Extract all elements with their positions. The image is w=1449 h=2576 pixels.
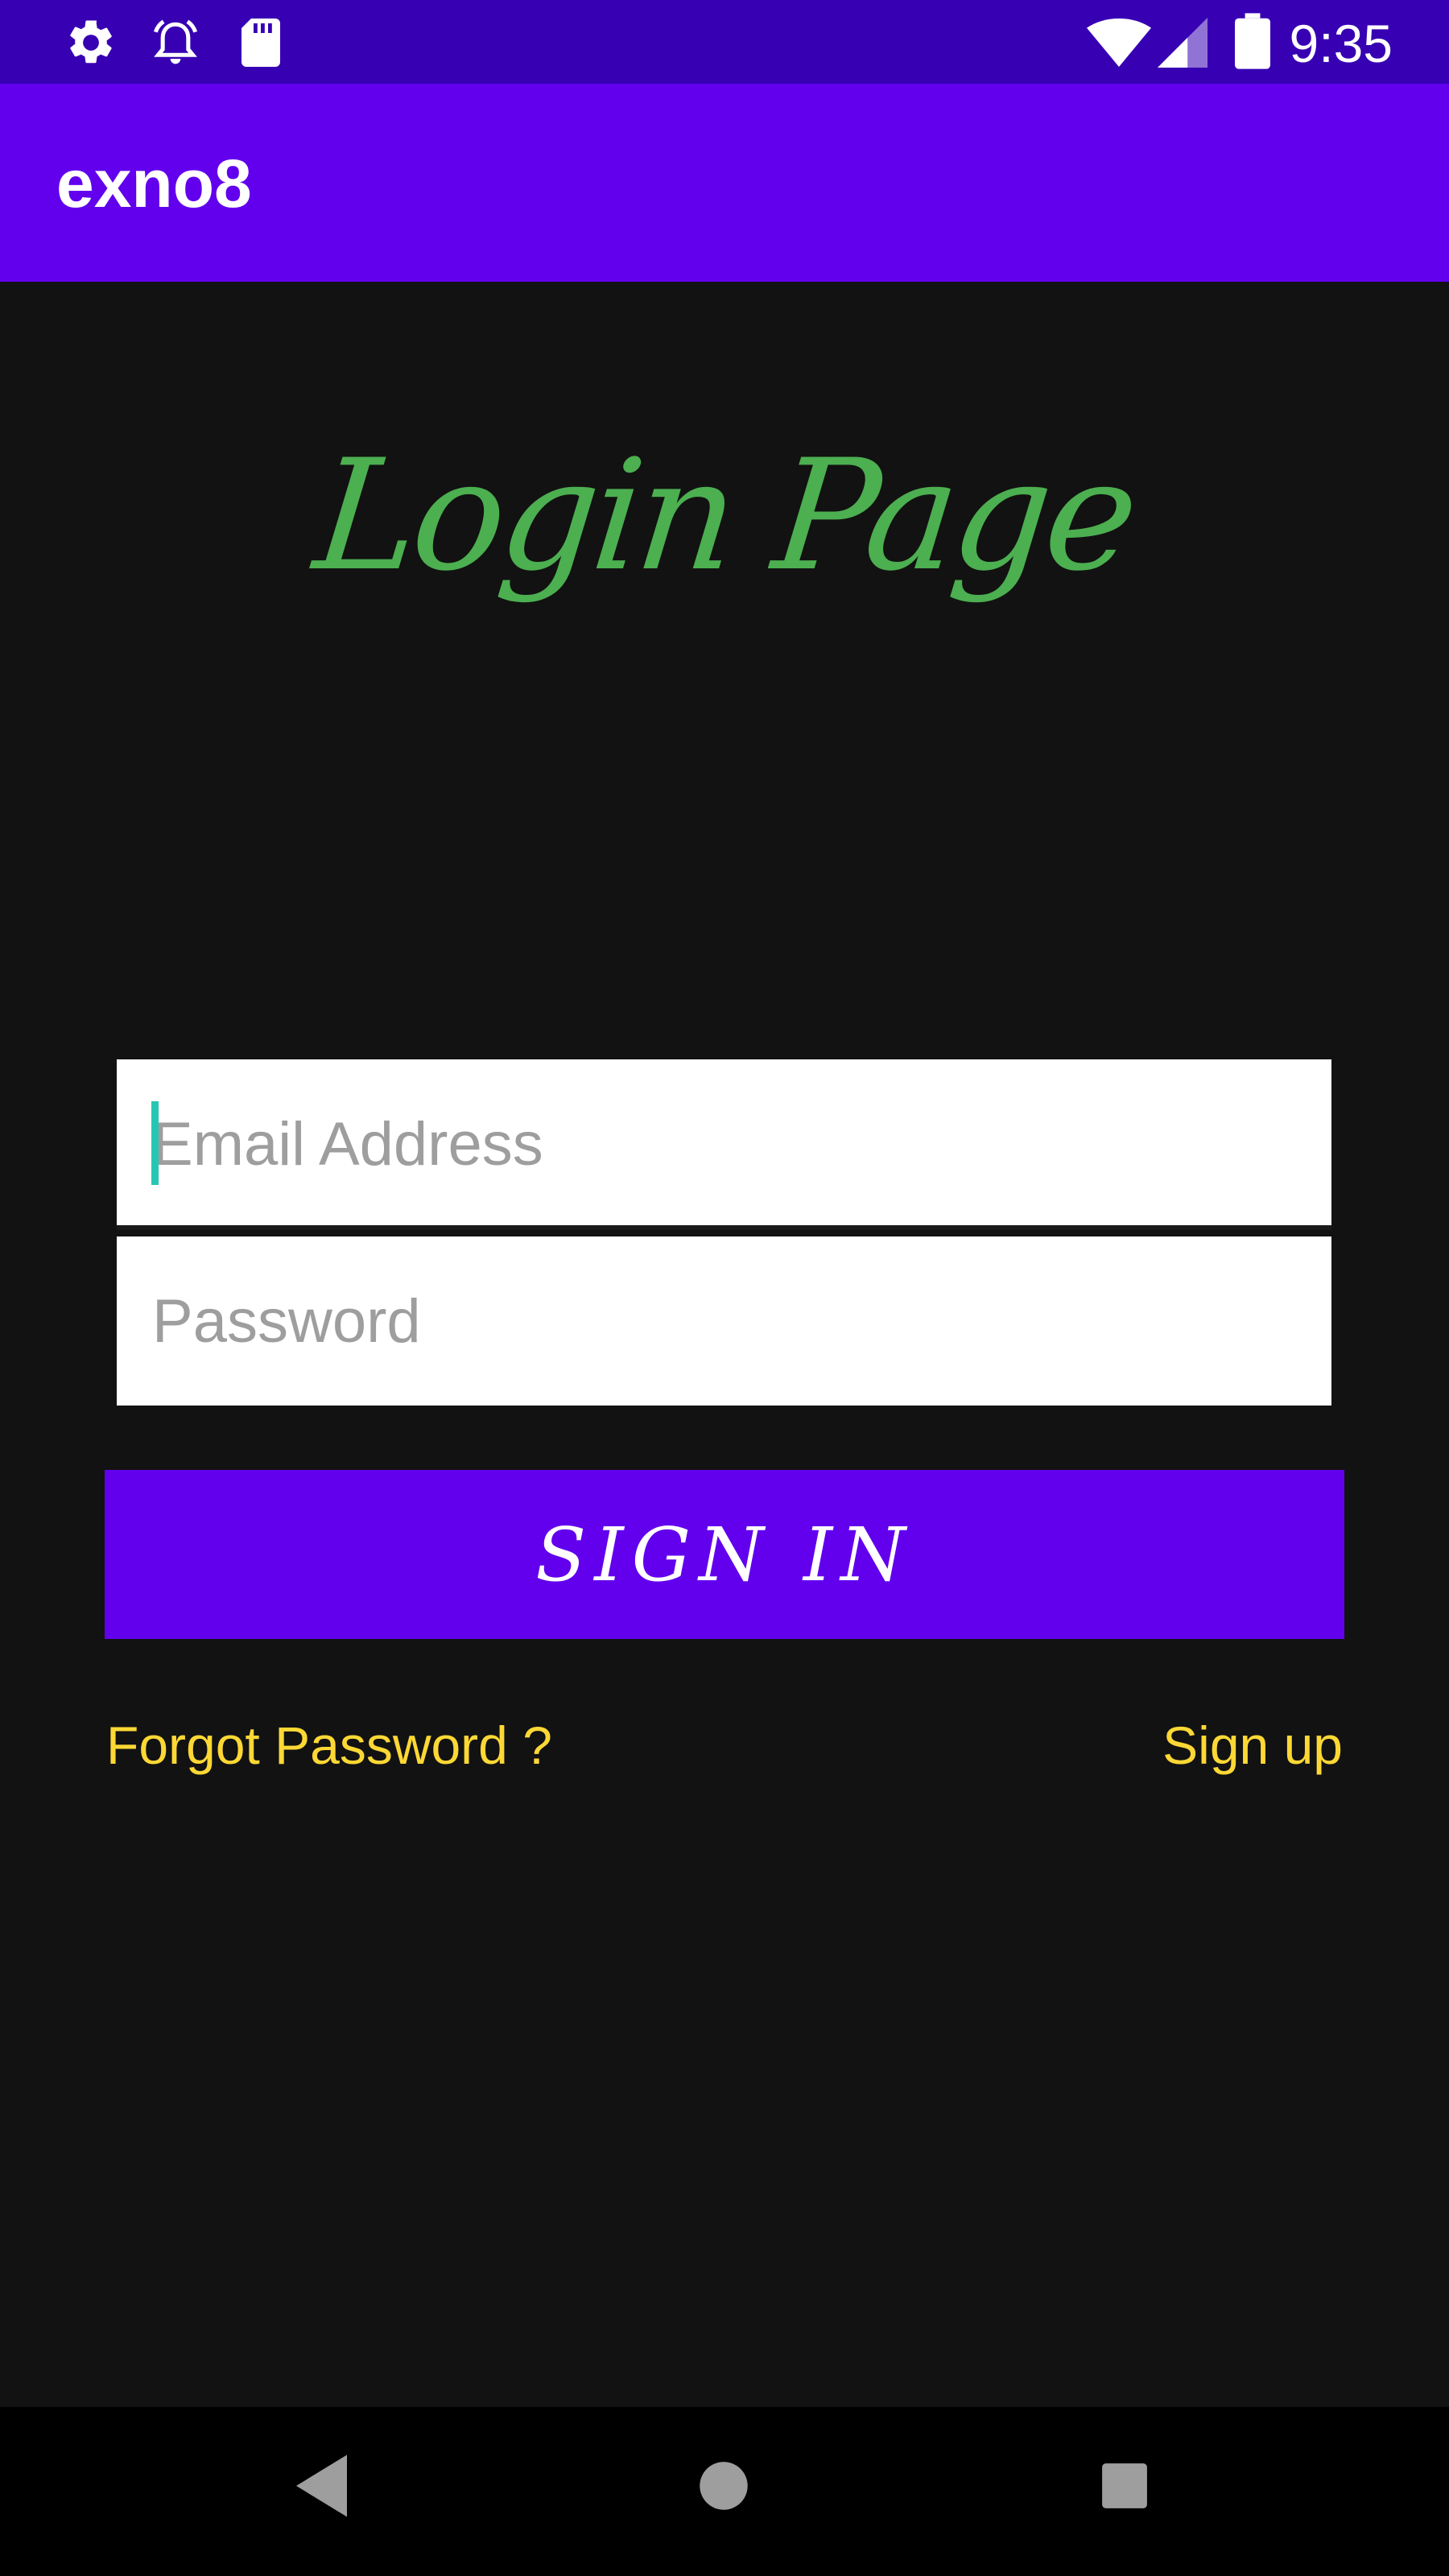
recents-icon[interactable] <box>1100 2454 1150 2518</box>
email-underline <box>117 1225 1331 1230</box>
gear-icon <box>70 20 112 64</box>
home-icon[interactable] <box>697 2454 750 2518</box>
login-heading: Login Page <box>308 427 1141 605</box>
login-screen: 9:35 exno8 Login Page SIGN IN Forgot Pas… <box>0 0 1449 2576</box>
status-time: 9:35 <box>1289 14 1393 73</box>
app-title: exno8 <box>56 146 252 221</box>
status-bar: 9:35 <box>0 0 1449 84</box>
email-field[interactable] <box>117 1059 1331 1228</box>
app-bar: exno8 <box>0 84 1449 282</box>
battery-icon <box>1235 13 1270 69</box>
sign-up-link[interactable]: Sign up <box>1162 1715 1343 1776</box>
alarm-icon <box>153 19 198 64</box>
password-field[interactable] <box>117 1236 1331 1406</box>
signal-icon <box>1158 18 1208 68</box>
back-icon[interactable] <box>296 2454 353 2518</box>
forgot-password-link[interactable]: Forgot Password ? <box>106 1715 552 1776</box>
navigation-bar <box>0 2407 1449 2576</box>
sign-in-button[interactable]: SIGN IN <box>105 1470 1344 1639</box>
sd-card-icon <box>242 19 280 67</box>
wifi-icon <box>1087 19 1151 67</box>
text-cursor <box>151 1101 159 1185</box>
